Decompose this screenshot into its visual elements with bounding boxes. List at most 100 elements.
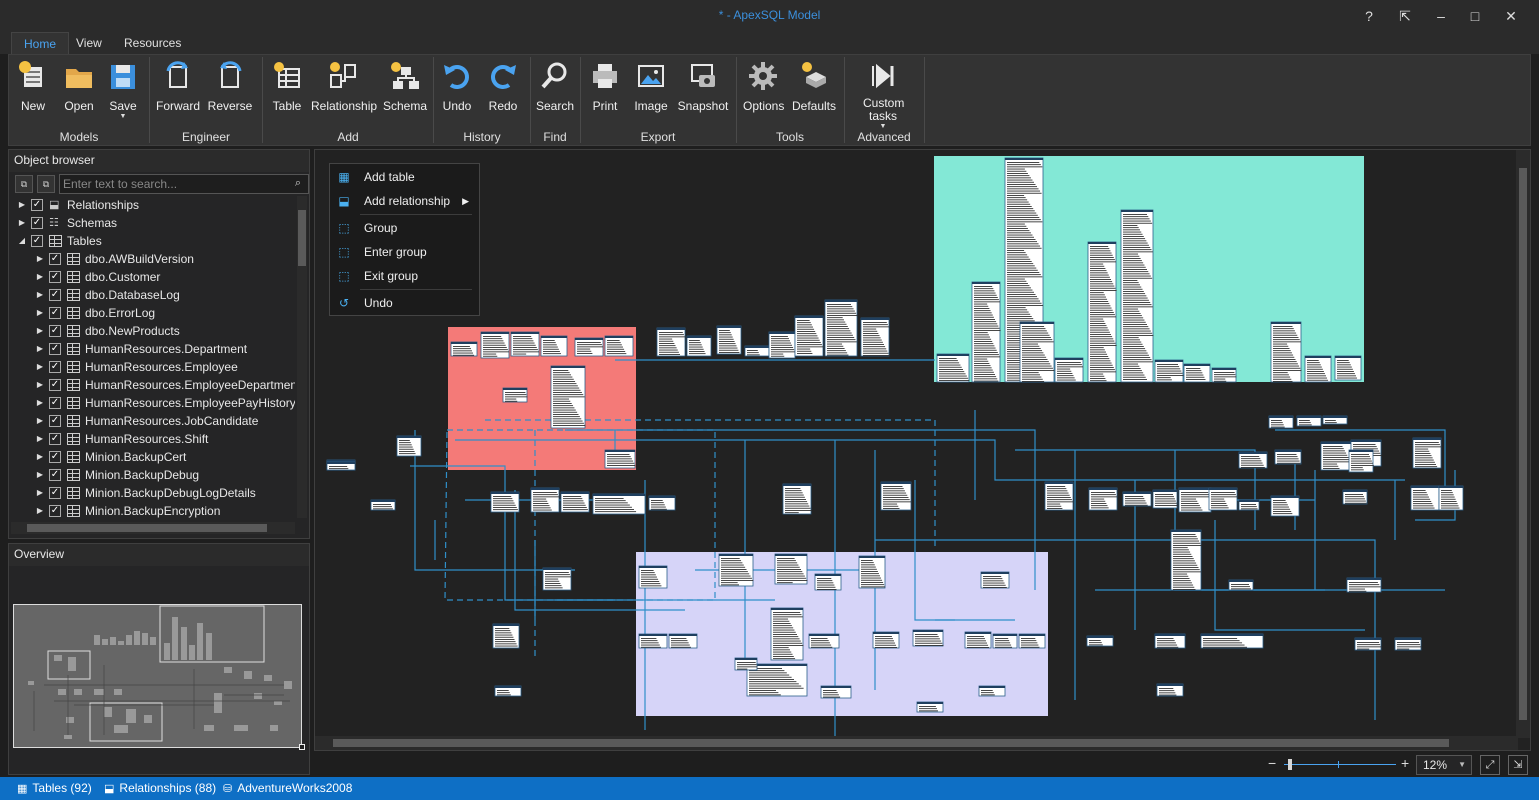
tree-item-checkbox[interactable]: ✓	[49, 307, 61, 319]
er-table[interactable]	[1412, 437, 1442, 469]
tree-item[interactable]: ▶ ✓ dbo.DatabaseLog	[9, 286, 295, 304]
menu-item-enter-group[interactable]: ⬚ Enter group	[330, 240, 479, 264]
zoom-in-icon[interactable]: +	[1401, 755, 1409, 771]
expand-arrow-icon[interactable]: ▶	[35, 358, 45, 376]
er-table[interactable]	[1156, 683, 1184, 697]
tree-item-checkbox[interactable]: ✓	[49, 487, 61, 499]
expand-arrow-icon[interactable]: ▶	[17, 214, 27, 232]
tree-item[interactable]: ▶ ✓ dbo.NewProducts	[9, 322, 295, 340]
er-table[interactable]	[1270, 495, 1300, 517]
tree-item-checkbox[interactable]: ✓	[49, 271, 61, 283]
er-table[interactable]	[638, 565, 668, 589]
er-table[interactable]	[782, 483, 812, 515]
menu-item-add-relationship[interactable]: ⬓ Add relationship ▶	[330, 189, 479, 213]
menu-item-exit-group[interactable]: ⬚ Exit group	[330, 264, 479, 288]
expand-arrow-icon[interactable]: ▶	[35, 340, 45, 358]
expand-arrow-icon[interactable]: ▶	[35, 304, 45, 322]
er-table[interactable]	[604, 335, 634, 357]
tree-item-checkbox[interactable]: ✓	[49, 397, 61, 409]
table-button[interactable]: Table	[269, 59, 305, 113]
image-button[interactable]: Image	[631, 59, 671, 113]
expand-arrow-icon[interactable]: ▶	[35, 412, 45, 430]
tree-horizontal-scrollbar[interactable]	[11, 522, 295, 534]
expand-arrow-icon[interactable]: ▶	[35, 502, 45, 520]
close-button[interactable]: ✕	[1494, 4, 1528, 28]
er-table[interactable]	[604, 449, 636, 469]
tree-item-checkbox[interactable]: ✓	[31, 217, 43, 229]
er-table[interactable]	[510, 331, 540, 357]
tree-item[interactable]: ▶ ✓ Minion.BackupCert	[9, 448, 295, 466]
er-table[interactable]	[1044, 481, 1074, 511]
er-table[interactable]	[1054, 357, 1084, 383]
er-table[interactable]	[560, 491, 590, 513]
er-table[interactable]	[648, 495, 676, 511]
custom-tasks-button[interactable]: Custom tasks ▼	[855, 59, 911, 131]
er-table[interactable]	[1296, 415, 1322, 427]
er-table[interactable]	[396, 435, 422, 457]
tree-item[interactable]: ▶ ✓ HumanResources.Shift	[9, 430, 295, 448]
redo-button[interactable]: Redo	[485, 59, 521, 113]
er-table[interactable]	[1018, 633, 1046, 649]
tree-item-checkbox[interactable]: ✓	[49, 289, 61, 301]
canvas-horizontal-scrollbar[interactable]	[315, 736, 1518, 750]
er-table[interactable]	[1322, 415, 1348, 425]
er-table[interactable]	[794, 315, 824, 357]
tree-item-checkbox[interactable]: ✓	[49, 505, 61, 517]
er-table[interactable]	[872, 631, 900, 649]
expand-arrow-icon[interactable]: ▶	[35, 322, 45, 340]
er-table[interactable]	[718, 553, 754, 587]
er-table[interactable]	[1087, 241, 1117, 383]
er-table[interactable]	[978, 685, 1006, 697]
er-table[interactable]	[542, 567, 572, 591]
er-table[interactable]	[1086, 635, 1114, 647]
er-table[interactable]	[1170, 529, 1202, 591]
object-search-input[interactable]	[59, 174, 309, 194]
canvas-vertical-scrollbar[interactable]	[1516, 150, 1530, 738]
er-table[interactable]	[492, 623, 520, 649]
er-table[interactable]	[1342, 489, 1368, 505]
tree-item[interactable]: ▶ ✓ dbo.Customer	[9, 268, 295, 286]
er-table[interactable]	[744, 345, 770, 357]
actual-size-icon[interactable]: ⇲	[1508, 755, 1528, 775]
er-table[interactable]	[1120, 209, 1154, 383]
tree-item-checkbox[interactable]: ✓	[49, 433, 61, 445]
search-icon[interactable]: ⌕	[295, 177, 301, 190]
overview-minimap[interactable]	[13, 604, 302, 748]
er-table[interactable]	[1320, 441, 1352, 471]
er-table[interactable]	[1228, 579, 1254, 591]
tree-item[interactable]: ▶ ✓ HumanResources.JobCandidate	[9, 412, 295, 430]
minimize-button[interactable]: –	[1424, 4, 1458, 28]
tree-item[interactable]: ▶ ✓ Minion.BackupEncryption	[9, 502, 295, 520]
expand-arrow-icon[interactable]: ▶	[35, 376, 45, 394]
expand-arrow-icon[interactable]: ▶	[35, 286, 45, 304]
tree-item-checkbox[interactable]: ✓	[49, 415, 61, 427]
er-table[interactable]	[916, 701, 944, 713]
er-table[interactable]	[1270, 321, 1302, 383]
er-table[interactable]	[480, 331, 510, 359]
er-table[interactable]	[450, 341, 478, 357]
er-table[interactable]	[768, 331, 796, 359]
fit-to-window-icon[interactable]: ⤢	[1480, 755, 1500, 775]
expand-arrow-icon[interactable]: ▶	[17, 196, 27, 214]
er-table[interactable]	[370, 499, 396, 511]
er-table[interactable]	[1208, 487, 1238, 511]
er-table[interactable]	[820, 685, 852, 699]
tree-item-checkbox[interactable]: ✓	[49, 451, 61, 463]
tree-item-checkbox[interactable]: ✓	[31, 235, 43, 247]
er-table[interactable]	[1348, 449, 1374, 473]
forward-button[interactable]: Forward	[155, 59, 201, 113]
tree-item[interactable]: ▶ ✓ dbo.ErrorLog	[9, 304, 295, 322]
er-table[interactable]	[530, 487, 560, 513]
tree-item[interactable]: ▶ ✓ HumanResources.EmployeePayHistory	[9, 394, 295, 412]
zoom-level-select[interactable]: 12% ▼	[1416, 755, 1472, 775]
snapshot-button[interactable]: Snapshot	[677, 59, 729, 113]
er-table[interactable]	[490, 491, 520, 513]
collapse-all-icon[interactable]: ⧉	[37, 175, 55, 193]
menu-item-group[interactable]: ⬚ Group	[330, 216, 479, 240]
er-table[interactable]	[824, 299, 858, 357]
tree-item-checkbox[interactable]: ✓	[49, 343, 61, 355]
expand-arrow-icon[interactable]: ▶	[35, 484, 45, 502]
expand-arrow-icon[interactable]: ▶	[35, 268, 45, 286]
er-table[interactable]	[494, 685, 522, 697]
er-table[interactable]	[1304, 355, 1332, 383]
